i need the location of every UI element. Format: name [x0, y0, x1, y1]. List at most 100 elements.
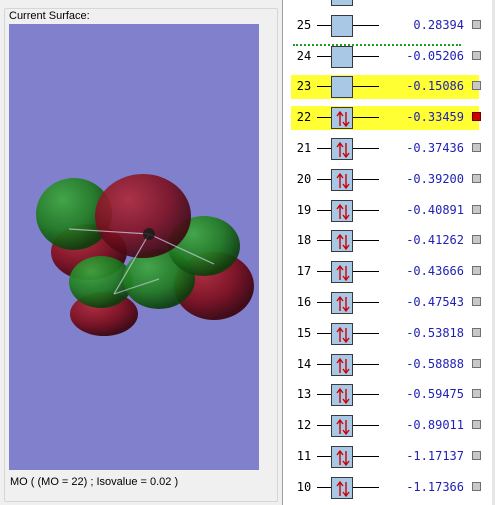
- empty-orbital-box[interactable]: [331, 45, 353, 68]
- molecular-orbital-render: [36, 174, 254, 336]
- spin-pair-icon: [336, 326, 350, 343]
- surface-toggle-checkbox[interactable]: [472, 481, 481, 491]
- orbital-row-11[interactable]: 11 -1.17137: [291, 445, 481, 469]
- occupied-orbital-box[interactable]: [331, 353, 353, 376]
- orbital-row-17[interactable]: 17 -0.43666: [291, 260, 481, 284]
- orbital-row-20[interactable]: 20 -0.39200: [291, 168, 481, 192]
- orbital-energy: -0.39200: [406, 171, 464, 186]
- orbital-row-14[interactable]: 14 -0.58888: [291, 353, 481, 377]
- surface-toggle-checkbox[interactable]: [472, 19, 481, 29]
- orbital-number: 16: [296, 295, 312, 309]
- occupied-orbital-box[interactable]: [331, 446, 353, 468]
- orbital-energy: -0.59475: [406, 387, 464, 402]
- orbital-number: 12: [296, 418, 312, 433]
- orbital-row-26[interactable]: 26 0.34769: [291, 0, 479, 7]
- empty-orbital-box[interactable]: [331, 0, 353, 6]
- orbital-energy: -0.37436: [406, 141, 464, 155]
- spin-pair-icon: [336, 172, 350, 189]
- orbital-number: 19: [296, 202, 312, 217]
- occupied-orbital-box[interactable]: [331, 168, 353, 191]
- orbital-energy: -0.33459: [406, 110, 464, 125]
- spin-pair-icon: [336, 141, 350, 159]
- orbital-row-22[interactable]: 22 -0.33459: [291, 106, 481, 131]
- occupied-orbital-box[interactable]: [331, 322, 353, 345]
- orbital-number: 22: [296, 110, 312, 125]
- occupied-orbital-box[interactable]: [331, 199, 353, 222]
- occupied-orbital-box[interactable]: [331, 138, 353, 160]
- surface-toggle-checkbox[interactable]: [472, 451, 481, 460]
- orbital-energy: -0.53818: [406, 325, 464, 340]
- orbital-number: 10: [296, 479, 312, 494]
- empty-orbital-box[interactable]: [331, 76, 353, 99]
- orbital-energy: -0.15086: [406, 79, 464, 94]
- orbital-number: 14: [296, 356, 312, 371]
- orbital-energy: -0.58888: [406, 356, 464, 371]
- orbital-row-21[interactable]: 21 -0.37436: [291, 137, 481, 161]
- occupied-orbital-box[interactable]: [331, 230, 353, 253]
- surface-toggle-checkbox[interactable]: [472, 266, 481, 276]
- orbital-energy: -1.17366: [406, 479, 464, 494]
- orbital-number: 25: [296, 17, 312, 32]
- surface-toggle-checkbox[interactable]: [472, 389, 481, 399]
- surface-toggle-checkbox[interactable]: [472, 235, 481, 245]
- orbital-energy: 0.28394: [413, 17, 464, 32]
- orbital-number: 13: [296, 387, 312, 402]
- surface-panel: Current Surface: MO ((MO = 22) ; Isoval…: [0, 0, 282, 505]
- occupied-orbital-box[interactable]: [331, 384, 353, 407]
- surface-toggle-checkbox[interactable]: [472, 50, 481, 60]
- orbital-row-18[interactable]: 18 -0.41262: [291, 229, 481, 253]
- surface-toggle-checkbox[interactable]: [472, 173, 481, 183]
- surface-toggle-checkbox[interactable]: [472, 420, 481, 430]
- surface-toggle-checkbox[interactable]: [472, 112, 481, 122]
- orbital-number: 20: [296, 171, 312, 186]
- occupied-orbital-box[interactable]: [331, 476, 353, 499]
- spin-pair-icon: [336, 388, 350, 405]
- surface-toggle-checkbox[interactable]: [472, 358, 481, 368]
- orbital-row-16[interactable]: 16 -0.47543: [291, 291, 481, 315]
- spin-pair-icon: [336, 234, 350, 251]
- atom: [143, 228, 155, 240]
- surface-toggle-checkbox[interactable]: [472, 297, 481, 306]
- occupied-orbital-box[interactable]: [331, 107, 353, 130]
- spin-pair-icon: [336, 449, 350, 467]
- orbital-row-13[interactable]: 13 -0.59475: [291, 383, 481, 407]
- surface-status-text: MO ( (MO = 22) ; Isovalue = 0.02 ): [10, 476, 179, 488]
- orbital-number: 15: [296, 325, 312, 340]
- orbital-row-25[interactable]: 25 0.28394: [291, 14, 481, 38]
- orbital-number: 26: [291, 0, 317, 1]
- orbital-energy: -0.43666: [406, 264, 464, 279]
- orbital-energy-list[interactable]: 26 0.34769 25 0.28394 24 -0.05206 23 -0.15086 22…: [282, 0, 495, 505]
- occupied-orbital-box[interactable]: [331, 261, 353, 284]
- orbital-energy: -0.40891: [406, 202, 464, 217]
- surface-toggle-checkbox[interactable]: [472, 204, 481, 214]
- orbital-row-24[interactable]: 24 -0.05206: [291, 45, 481, 69]
- orbital-row-15[interactable]: 15 -0.53818: [291, 322, 481, 346]
- orbital-row-23[interactable]: 23 -0.15086: [291, 75, 481, 100]
- spin-pair-icon: [336, 295, 350, 313]
- orbital-energy: -0.41262: [406, 233, 464, 248]
- surface-toggle-checkbox[interactable]: [472, 327, 481, 337]
- orbital-energy: -0.89011: [406, 418, 464, 433]
- occupied-orbital-box[interactable]: [331, 415, 353, 438]
- orbital-number: 11: [296, 449, 312, 463]
- surface-toggle-checkbox[interactable]: [472, 143, 481, 152]
- molecule-viewport[interactable]: [9, 24, 259, 470]
- homo-lumo-divider: [293, 44, 461, 46]
- orbital-row-12[interactable]: 12 -0.89011: [291, 414, 481, 438]
- spin-pair-icon: [336, 480, 350, 497]
- empty-orbital-box[interactable]: [331, 14, 353, 37]
- orbital-row-19[interactable]: 19 -0.40891: [291, 199, 481, 223]
- orbital-number: 23: [296, 79, 312, 94]
- orbital-energy: -1.17137: [406, 449, 464, 463]
- spin-pair-icon: [336, 357, 350, 374]
- spin-pair-icon: [336, 419, 350, 436]
- occupied-orbital-box[interactable]: [331, 292, 353, 314]
- spin-pair-icon: [336, 265, 350, 282]
- orbital-row-10[interactable]: 10 -1.17366: [291, 476, 481, 500]
- orbital-energy: -0.05206: [406, 48, 464, 63]
- surface-toggle-checkbox[interactable]: [472, 81, 481, 91]
- spin-pair-icon: [336, 203, 350, 220]
- orbital-number: 24: [296, 48, 312, 63]
- orbital-number: 17: [296, 264, 312, 279]
- spin-pair-icon: [336, 111, 350, 128]
